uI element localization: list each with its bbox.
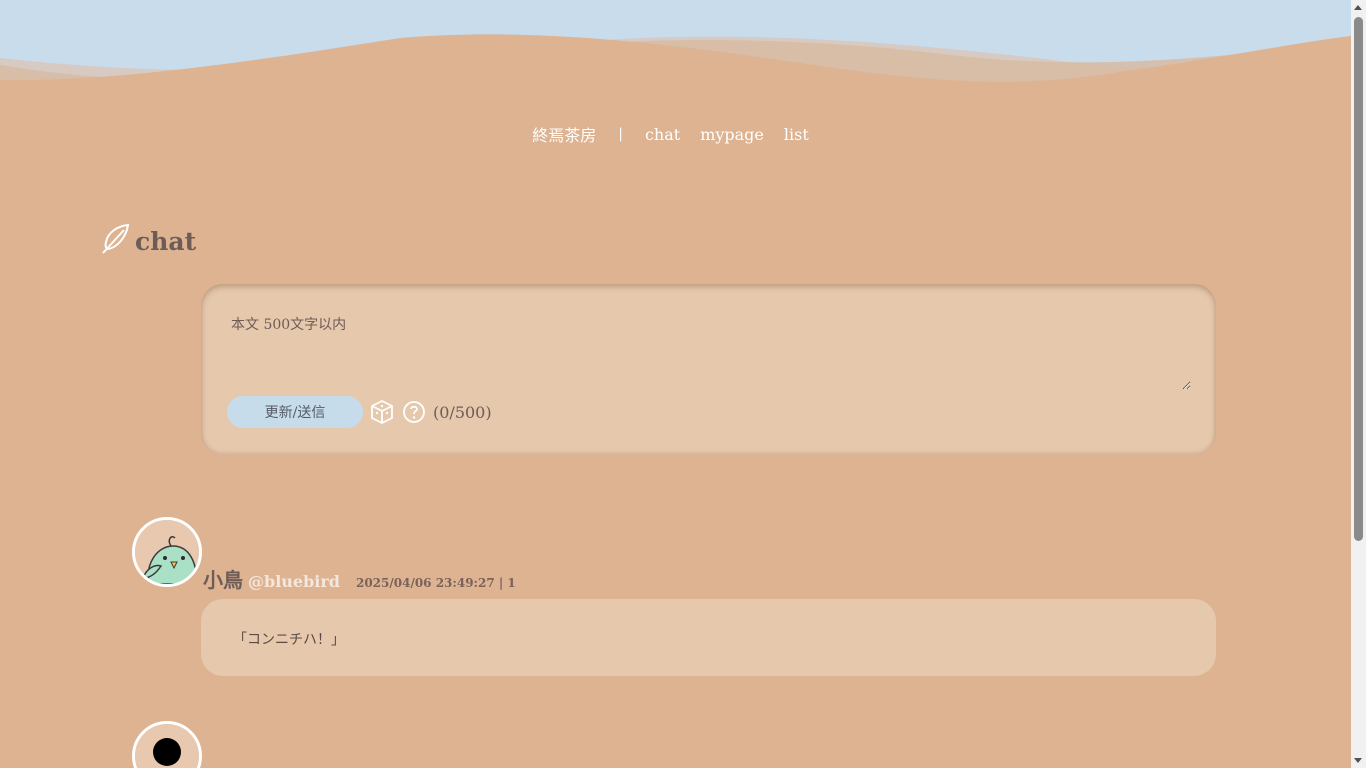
dice-icon[interactable]	[369, 399, 395, 425]
feather-icon	[102, 223, 130, 254]
help-circle-icon[interactable]	[401, 399, 427, 425]
compose-controls: 更新/送信 (0/500)	[227, 396, 492, 428]
post-header: 小鳥 @bluebird 2025/04/06 23:49:27 | 1	[203, 564, 516, 593]
page-title: chat	[135, 227, 197, 256]
nav-link-list[interactable]: list	[784, 125, 809, 144]
message-textarea[interactable]	[219, 302, 1191, 390]
author-name[interactable]: 小鳥	[203, 564, 243, 593]
nav-link-chat[interactable]: chat	[645, 125, 680, 144]
header-dunes	[0, 0, 1351, 100]
bird-avatar-icon[interactable]	[132, 517, 202, 587]
site-name[interactable]: 終焉茶房	[532, 122, 596, 146]
scrollbar[interactable]	[1351, 0, 1366, 768]
post-body: 「コンニチハ！」	[201, 599, 1216, 676]
page: 終焉茶房 | chat mypage list chat 更新/送信	[0, 0, 1351, 768]
author-handle[interactable]: @bluebird	[248, 572, 340, 591]
user-silhouette-icon[interactable]	[132, 721, 202, 768]
page-title-row: chat	[100, 222, 196, 254]
send-button[interactable]: 更新/送信	[227, 396, 363, 428]
top-nav: 終焉茶房 | chat mypage list	[0, 122, 1351, 146]
scroll-down-icon[interactable]	[1354, 758, 1362, 763]
scroll-up-icon[interactable]	[1354, 5, 1362, 10]
char-counter: (0/500)	[433, 402, 492, 422]
nav-separator: |	[618, 126, 623, 142]
post-meta: 2025/04/06 23:49:27 | 1	[355, 576, 516, 590]
scrollbar-thumb[interactable]	[1354, 17, 1363, 541]
compose-panel: 更新/送信 (0/500)	[201, 284, 1216, 455]
nav-link-mypage[interactable]: mypage	[700, 125, 764, 144]
